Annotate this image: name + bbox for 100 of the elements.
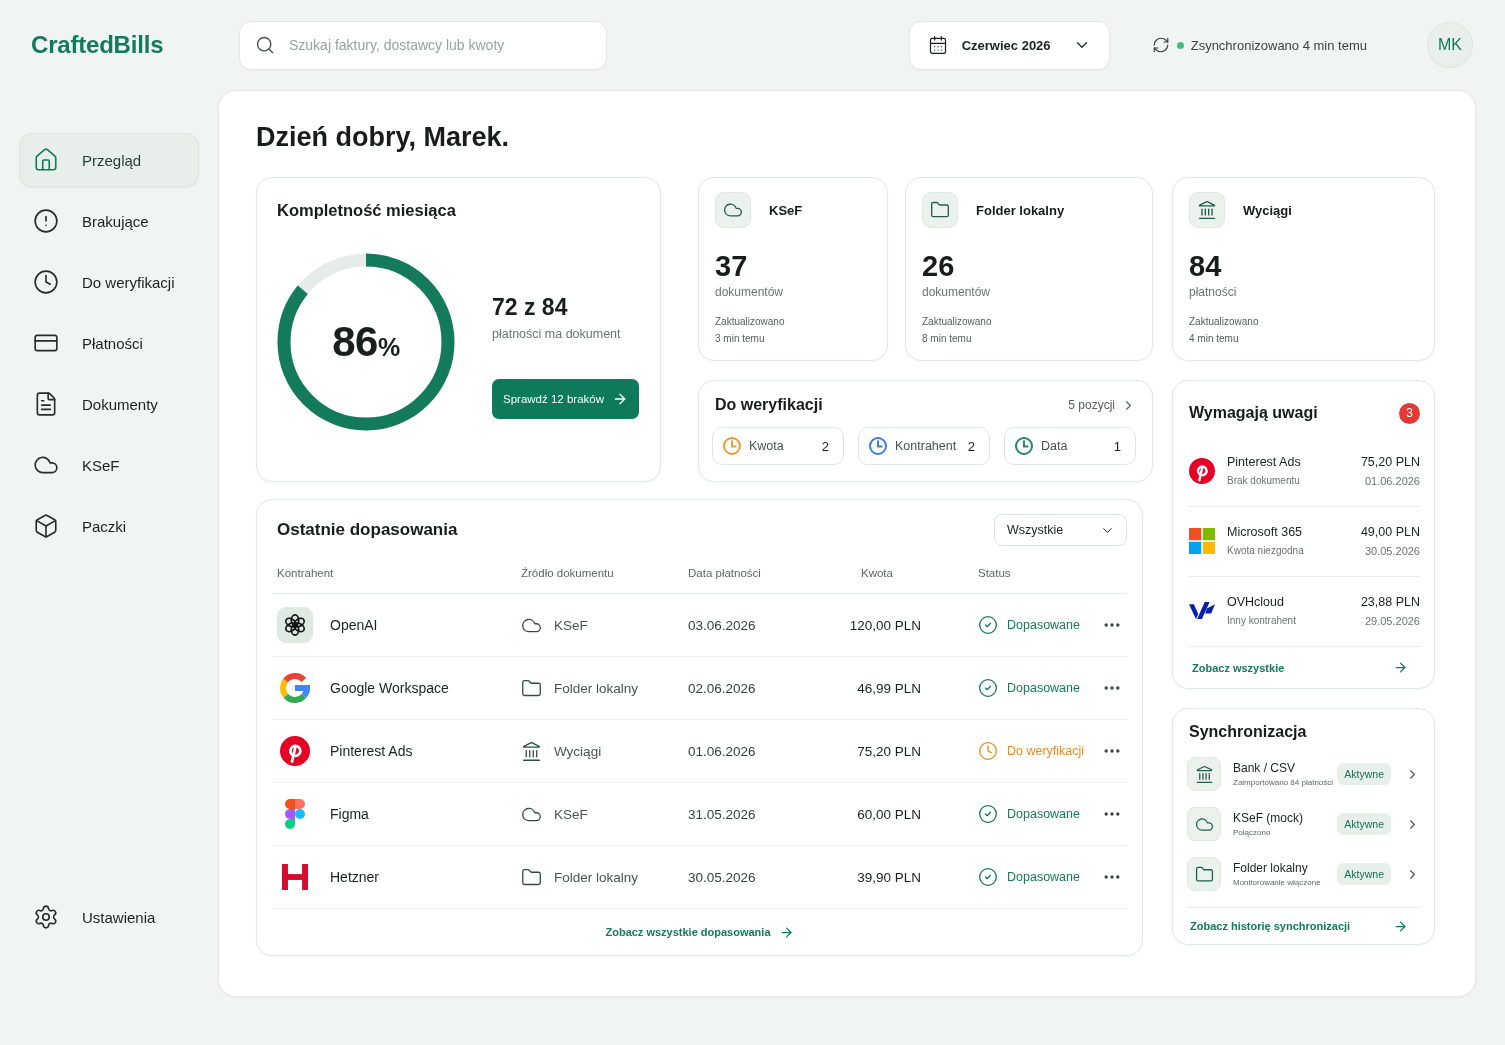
folder-icon — [521, 866, 542, 888]
bank-icon — [1187, 757, 1221, 791]
settings-icon — [33, 904, 59, 930]
source-title: KSeF — [769, 202, 803, 218]
filter-dropdown[interactable]: Wszystkie — [994, 514, 1127, 546]
source-count: 26 — [922, 251, 956, 281]
card-title: Wymagają uwagi — [1189, 403, 1318, 423]
source-title: Folder lokalny — [976, 202, 1065, 218]
amount: 23,88 PLN — [1360, 594, 1420, 610]
nav-item[interactable]: Ustawienia — [19, 890, 199, 944]
nav-item[interactable]: KSeF — [19, 438, 199, 492]
nav-item[interactable]: Paczki — [19, 499, 199, 553]
nav-item[interactable]: Płatności — [19, 316, 199, 370]
folder-icon — [521, 677, 542, 699]
amount: 60,00 PLN — [856, 806, 921, 822]
calendar-icon — [927, 35, 948, 55]
vendor-name: Figma — [330, 806, 369, 822]
payment-date: 29.05.2026 — [1364, 614, 1420, 628]
count-unit: dokumentów — [715, 284, 785, 300]
sync-source-name: Folder lokalny — [1233, 861, 1308, 875]
cloud-icon — [715, 192, 751, 228]
ratio-caption: płatności ma dokument — [492, 326, 621, 342]
source-count: 84 — [1189, 251, 1223, 281]
vendor-logo — [1189, 528, 1215, 554]
vendor-name: OpenAI — [330, 617, 378, 633]
updated-time: 3 min temu — [715, 332, 766, 346]
all-matches-link[interactable]: Zobacz wszystkie dopasowania — [605, 924, 794, 940]
filter-chip[interactable]: Data 1 — [1004, 427, 1136, 465]
search-field[interactable]: Szukaj faktury, dostawcy lub kwoty — [239, 20, 607, 70]
sync-source-name: KSeF (mock) — [1233, 811, 1303, 825]
arrow-right-icon — [1393, 918, 1408, 934]
updated-time: 8 min temu — [922, 332, 973, 346]
nav-item[interactable]: Przegląd — [19, 133, 199, 187]
sync-status-text: Zsynchronizowano 4 min temu — [1190, 37, 1367, 53]
folder-icon — [1187, 857, 1221, 891]
amount: 120,00 PLN — [848, 617, 921, 633]
filter-chip[interactable]: Kontrahent 2 — [858, 427, 990, 465]
nav-item[interactable]: Brakujące — [19, 194, 199, 248]
amount: 75,20 PLN — [856, 743, 921, 759]
filter-chip[interactable]: Kwota 2 — [712, 427, 844, 465]
completion-percent: 86% — [332, 321, 400, 363]
vendor-logo — [285, 799, 305, 829]
items-link[interactable]: 5 pozycji — [1068, 397, 1136, 413]
amount: 75,20 PLN — [1360, 454, 1420, 470]
folder-icon — [922, 192, 958, 228]
cube-icon — [33, 513, 59, 539]
see-all-link[interactable]: Zobacz wszystkie — [1189, 647, 1420, 688]
status-text: Dopasowane — [1007, 870, 1080, 884]
issue-text: Inny kontrahent — [1227, 614, 1296, 628]
column-header: Kontrahent — [277, 566, 335, 579]
card-title: Do weryfikacji — [715, 395, 823, 415]
check-circle-icon — [978, 615, 998, 635]
vendor-logo — [1189, 458, 1215, 484]
count-unit: płatności — [1189, 284, 1238, 300]
source-name: KSeF — [554, 617, 588, 633]
bank-icon — [1189, 192, 1225, 228]
check-circle-icon — [978, 678, 998, 698]
payment-date: 30.05.2026 — [688, 869, 757, 885]
amount: 46,99 PLN — [856, 680, 921, 696]
updated-label: Zaktualizowano — [1189, 315, 1260, 329]
amount: 39,90 PLN — [856, 869, 921, 885]
card-title: Ostatnie dopasowania — [277, 519, 458, 541]
search-icon — [255, 34, 275, 55]
alert-circle-icon — [33, 208, 59, 234]
arrow-right-icon — [1393, 660, 1408, 675]
column-header: Status — [977, 566, 1012, 579]
count-badge: 3 — [1399, 402, 1420, 424]
vendor-name: Hetzner — [330, 869, 380, 885]
vendor-name: Microsoft 365 — [1227, 524, 1303, 540]
payment-date: 01.06.2026 — [1364, 474, 1420, 488]
sync-history-link[interactable]: Zobacz historię synchronizacji — [1187, 908, 1420, 944]
payment-date: 01.06.2026 — [688, 743, 757, 759]
payment-date: 03.06.2026 — [688, 617, 757, 633]
issue-text: Kwota niezgodna — [1227, 544, 1304, 558]
clock-icon — [978, 741, 998, 761]
status-text: Do weryfikacji — [1007, 744, 1085, 758]
source-count: 37 — [715, 251, 749, 281]
amount: 49,00 PLN — [1360, 524, 1420, 540]
nav-item[interactable]: Dokumenty — [19, 377, 199, 431]
nav-item[interactable]: Do weryfikacji — [19, 255, 199, 309]
updated-label: Zaktualizowano — [922, 315, 993, 329]
month-picker[interactable]: Czerwiec 2026 — [908, 20, 1110, 70]
user-avatar[interactable]: MK — [1427, 22, 1473, 68]
source-name: Wyciągi — [554, 743, 602, 759]
vendor-name: Pinterest Ads — [330, 743, 413, 759]
check-missing-button[interactable]: Sprawdź 12 braków — [492, 379, 639, 419]
vendor-logo — [277, 607, 313, 643]
sync-source-detail: Połączono — [1233, 828, 1271, 837]
sync-source-detail: Zaimportowano 84 płatności — [1233, 778, 1334, 787]
status-badge: Aktywne — [1337, 863, 1391, 885]
payment-date: 30.05.2026 — [1364, 544, 1420, 558]
payment-date: 02.06.2026 — [688, 680, 757, 696]
sync-source-name: Bank / CSV — [1233, 761, 1296, 775]
home-icon — [33, 147, 59, 173]
column-header: Kwota — [860, 566, 894, 579]
vendor-logo — [280, 736, 310, 766]
check-circle-icon — [978, 867, 998, 887]
vendor-name: OVHcloud — [1227, 594, 1284, 610]
refresh-icon[interactable] — [1151, 36, 1170, 54]
column-header: Data płatności — [688, 566, 762, 579]
